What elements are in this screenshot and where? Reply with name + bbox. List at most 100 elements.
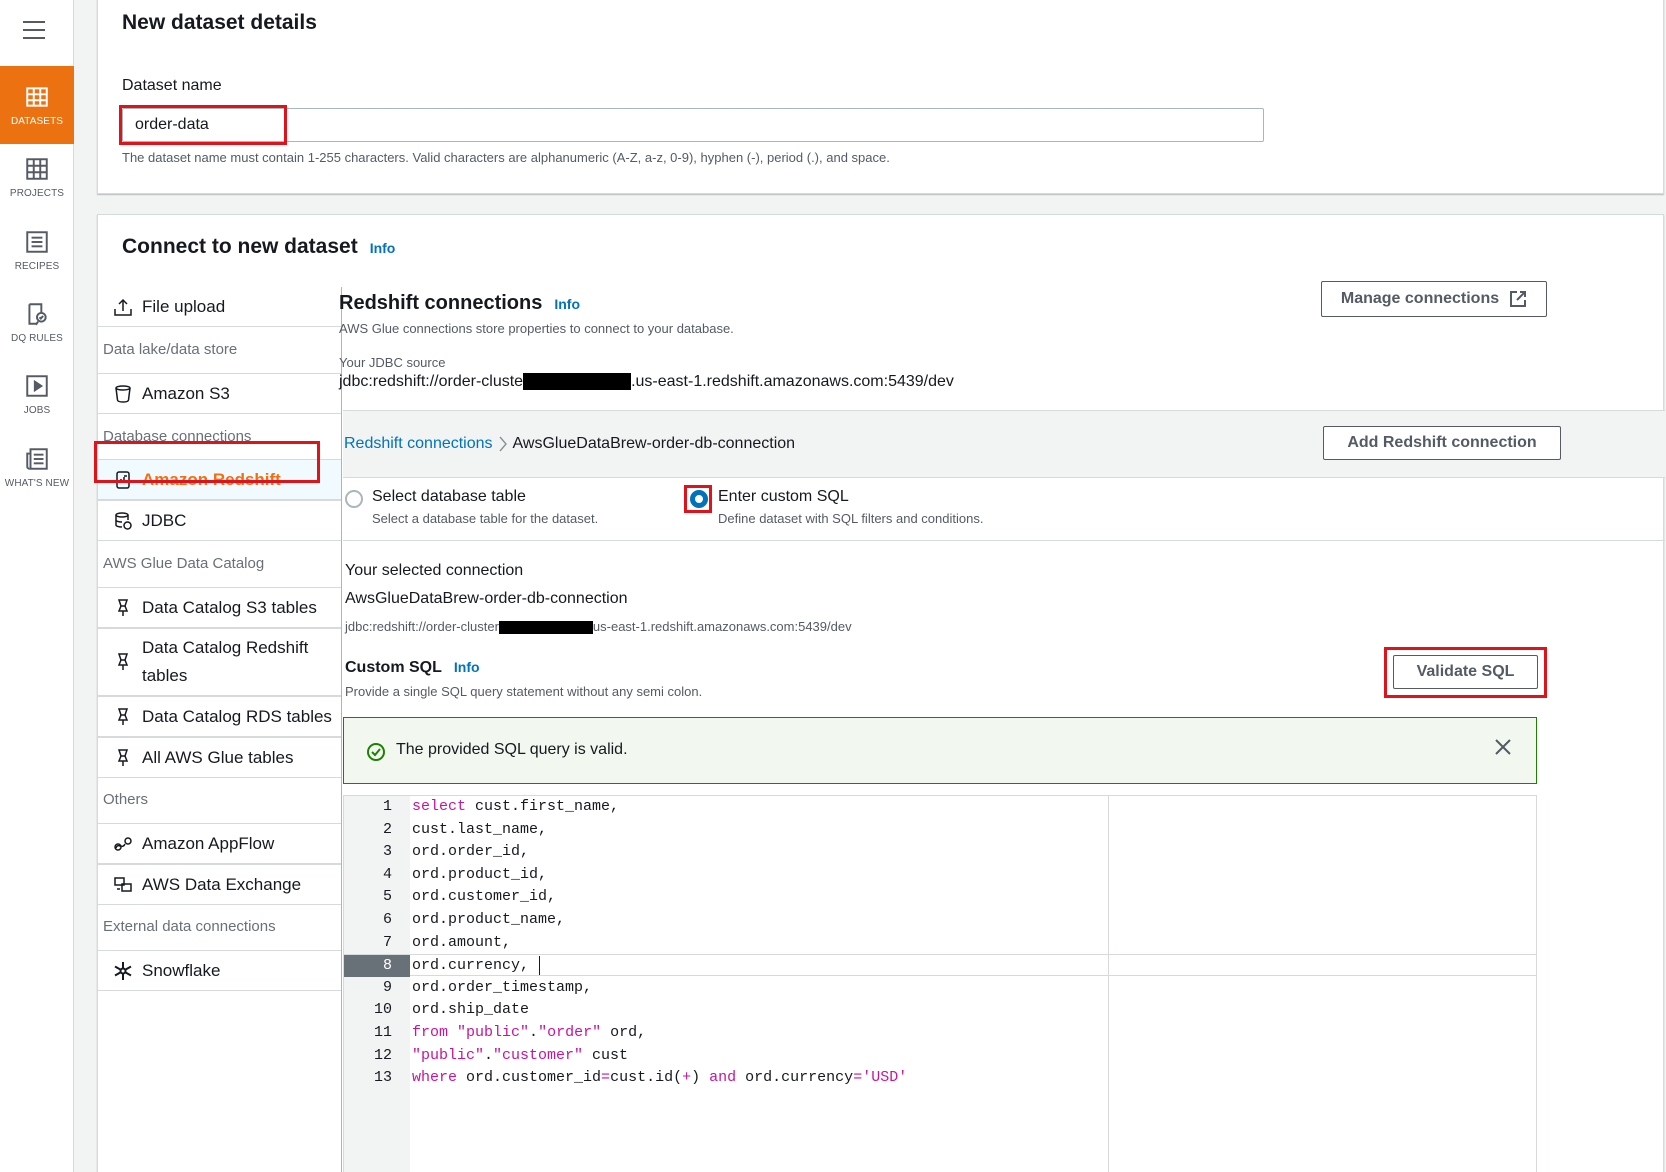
nav-jobs-label: JOBS [23, 404, 51, 416]
code-line[interactable]: 5 ord.customer_id, [344, 886, 1536, 908]
group-glue-catalog: AWS Glue Data Catalog [103, 555, 265, 572]
code-text: ord.amount, [412, 934, 512, 951]
sql-keyword: select [412, 798, 467, 815]
source-amazon-redshift[interactable]: Amazon Redshift [98, 459, 341, 500]
source-amazon-s3-label: Amazon S3 [142, 383, 230, 403]
validate-sql-label: Validate SQL [1416, 663, 1515, 680]
breadcrumb-redshift-connections[interactable]: Redshift connections [344, 435, 493, 453]
source-appflow-label: Amazon AppFlow [142, 833, 275, 853]
manage-connections-button[interactable]: Manage connections [1321, 281, 1547, 317]
connect-info-link[interactable]: Info [370, 240, 396, 256]
nav-recipes-label: RECIPES [14, 260, 60, 272]
code-line[interactable]: 4 ord.product_id, [344, 864, 1536, 886]
nav-recipes[interactable]: RECIPES [0, 211, 74, 289]
code-text: from "public"."order" ord, [412, 1024, 647, 1041]
divider [343, 540, 1665, 541]
play-icon [26, 374, 48, 397]
validate-sql-button[interactable]: Validate SQL [1393, 655, 1538, 689]
source-all-glue-label: All AWS Glue tables [142, 747, 294, 767]
code-line[interactable]: 2 cust.last_name, [344, 819, 1536, 841]
breadcrumb: Redshift connections AwsGlueDataBrew-ord… [344, 435, 795, 453]
redshift-info-link[interactable]: Info [554, 296, 580, 312]
line-number: 3 [382, 843, 392, 860]
radio-custom-sql[interactable] [690, 490, 708, 508]
source-catalog-redshift-line2: tables [142, 666, 188, 685]
sql-string: "customer" [493, 1047, 584, 1064]
code-line[interactable]: 12 "public"."customer" cust [344, 1045, 1536, 1067]
custom-sql-hint: Provide a single SQL query statement wit… [345, 684, 703, 699]
source-data-exchange[interactable]: AWS Data Exchange [98, 864, 341, 905]
list-icon [26, 230, 48, 253]
line-number: 10 [373, 1001, 392, 1018]
code-line[interactable]: 9 ord.order_timestamp, [344, 977, 1536, 999]
source-catalog-redshift[interactable]: Data Catalog Redshift tables [98, 628, 341, 696]
external-link-icon [1510, 291, 1527, 307]
chevron-right-icon [498, 436, 507, 452]
line-number: 2 [382, 821, 392, 838]
sql-keyword: = [601, 1069, 611, 1086]
jdbc-source-label: Your JDBC source [339, 355, 446, 370]
sql-keyword: from [412, 1024, 449, 1041]
group-data-lake: Data lake/data store [103, 341, 238, 358]
group-others: Others [103, 791, 149, 808]
text-cursor [539, 955, 541, 975]
code-text: cust.last_name, [412, 821, 548, 838]
code-line[interactable]: 1 select cust.first_name, [344, 796, 1536, 818]
source-appflow[interactable]: Amazon AppFlow [98, 823, 341, 864]
group-database-connections: Database connections [103, 428, 252, 445]
connection-breadcrumb-bar: Redshift connections AwsGlueDataBrew-ord… [343, 410, 1665, 478]
custom-sql-title-row: Custom SQL Info [345, 659, 480, 677]
code-line[interactable]: 13 where ord.customer_id=cust.id(+) and o… [344, 1067, 1536, 1089]
dataset-name-hint: The dataset name must contain 1-255 char… [122, 150, 890, 165]
code-line[interactable]: 8 ord.currency, [344, 954, 1536, 977]
custom-sql-info-link[interactable]: Info [454, 659, 480, 675]
add-redshift-connection-button[interactable]: Add Redshift connection [1323, 426, 1561, 460]
glue-icon [117, 707, 129, 725]
selected-connection-label: Your selected connection [345, 562, 524, 579]
code-line[interactable]: 3 ord.order_id, [344, 841, 1536, 863]
code-line[interactable]: 6 ord.product_name, [344, 909, 1536, 931]
nav-whats-new[interactable]: WHAT'S NEW [0, 428, 74, 506]
source-catalog-rds[interactable]: Data Catalog RDS tables [98, 696, 341, 737]
sql-string: "public" [457, 1024, 530, 1041]
nav-jobs[interactable]: JOBS [0, 355, 74, 433]
code-text: ord.customer_id, [412, 888, 557, 905]
jdbc-source-value: jdbc:redshift://order-cluste .us-east-1.r… [339, 373, 954, 391]
code-line[interactable]: 7 ord.amount, [344, 932, 1536, 954]
close-icon[interactable] [1494, 738, 1512, 756]
source-catalog-redshift-label: Data Catalog Redshift tables [142, 634, 308, 690]
code-line[interactable]: 10 ord.ship_date [344, 999, 1536, 1021]
radio-select-table[interactable] [345, 490, 363, 508]
redshift-title: Redshift connections [339, 292, 543, 314]
radio-custom-sql-label: Enter custom SQL [718, 488, 849, 505]
nav-datasets[interactable]: DATASETS [0, 66, 74, 144]
radio-custom-sql-hint: Define dataset with SQL filters and cond… [718, 511, 984, 526]
code-line[interactable]: 11 from "public"."order" ord, [344, 1022, 1536, 1044]
add-redshift-connection-label: Add Redshift connection [1347, 434, 1537, 451]
jdbc-prefix: jdbc:redshift://order-cluste [339, 373, 524, 390]
source-catalog-s3[interactable]: Data Catalog S3 tables [98, 587, 341, 628]
line-number: 7 [382, 934, 392, 951]
hamburger-menu-icon[interactable] [22, 18, 46, 42]
code-text: ord.product_name, [412, 911, 566, 928]
source-snowflake[interactable]: Snowflake [98, 950, 341, 991]
dataset-name-input[interactable] [122, 108, 1264, 142]
line-number: 8 [344, 955, 410, 977]
sql-valid-alert: The provided SQL query is valid. [343, 717, 1537, 784]
nav-datasets-label: DATASETS [10, 115, 64, 127]
code-text: ord.order_timestamp, [412, 979, 593, 996]
sql-editor[interactable]: 1 select cust.first_name, 2 cust.last_name,… [343, 795, 1537, 1172]
code-text: "public"."customer" cust [412, 1047, 629, 1064]
source-file-upload[interactable]: File upload [98, 287, 341, 327]
redshift-subtitle: AWS Glue connections store properties to… [339, 321, 734, 336]
grid-icon [26, 157, 48, 180]
nav-projects[interactable]: PROJECTS [0, 138, 74, 216]
glue-icon [117, 598, 129, 616]
source-jdbc[interactable]: JDBC [98, 500, 341, 541]
nav-dq-rules[interactable]: DQ RULES [0, 283, 74, 361]
source-all-glue[interactable]: All AWS Glue tables [98, 737, 341, 778]
sql-keyword: = [853, 1069, 863, 1086]
source-amazon-s3[interactable]: Amazon S3 [98, 373, 341, 414]
redshift-icon [116, 470, 130, 489]
details-title: New dataset details [122, 11, 317, 34]
